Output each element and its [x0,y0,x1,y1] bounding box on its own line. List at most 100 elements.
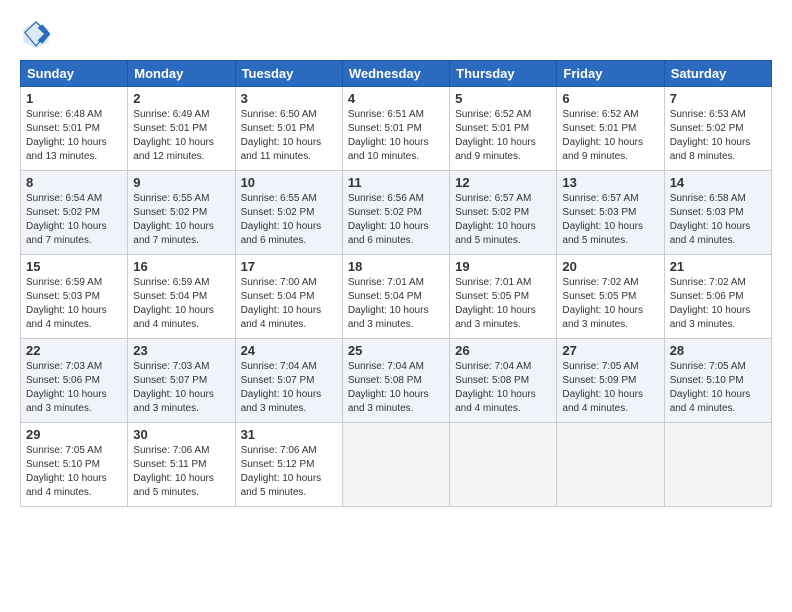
calendar-day-cell: 9 Sunrise: 6:55 AM Sunset: 5:02 PM Daylig… [128,171,235,255]
weekday-header-sunday: Sunday [21,61,128,87]
day-number: 13 [562,175,658,190]
day-info: Sunrise: 6:48 AM Sunset: 5:01 PM Dayligh… [26,108,122,164]
day-number: 4 [348,91,444,106]
day-number: 12 [455,175,551,190]
day-info: Sunrise: 7:06 AM Sunset: 5:11 PM Dayligh… [133,444,229,500]
day-info: Sunrise: 6:59 AM Sunset: 5:03 PM Dayligh… [26,276,122,332]
day-number: 14 [670,175,766,190]
day-info: Sunrise: 7:03 AM Sunset: 5:07 PM Dayligh… [133,360,229,416]
day-number: 30 [133,427,229,442]
day-info: Sunrise: 7:06 AM Sunset: 5:12 PM Dayligh… [241,444,337,500]
calendar-day-cell: 21 Sunrise: 7:02 AM Sunset: 5:06 PM Dayli… [664,255,771,339]
day-info: Sunrise: 6:59 AM Sunset: 5:04 PM Dayligh… [133,276,229,332]
day-number: 28 [670,343,766,358]
day-info: Sunrise: 6:53 AM Sunset: 5:02 PM Dayligh… [670,108,766,164]
calendar-day-cell: 1 Sunrise: 6:48 AM Sunset: 5:01 PM Daylig… [21,87,128,171]
calendar-day-cell: 28 Sunrise: 7:05 AM Sunset: 5:10 PM Dayli… [664,339,771,423]
calendar-day-cell: 17 Sunrise: 7:00 AM Sunset: 5:04 PM Dayli… [235,255,342,339]
calendar-week-row: 1 Sunrise: 6:48 AM Sunset: 5:01 PM Daylig… [21,87,772,171]
day-number: 31 [241,427,337,442]
day-number: 24 [241,343,337,358]
calendar-week-row: 8 Sunrise: 6:54 AM Sunset: 5:02 PM Daylig… [21,171,772,255]
day-number: 23 [133,343,229,358]
weekday-header-monday: Monday [128,61,235,87]
day-number: 6 [562,91,658,106]
day-number: 17 [241,259,337,274]
day-info: Sunrise: 6:50 AM Sunset: 5:01 PM Dayligh… [241,108,337,164]
logo-icon [20,18,52,50]
calendar-day-cell: 23 Sunrise: 7:03 AM Sunset: 5:07 PM Dayli… [128,339,235,423]
day-number: 15 [26,259,122,274]
day-number: 11 [348,175,444,190]
calendar-day-cell [557,423,664,507]
weekday-header-wednesday: Wednesday [342,61,449,87]
calendar-header-row: SundayMondayTuesdayWednesdayThursdayFrid… [21,61,772,87]
calendar-week-row: 15 Sunrise: 6:59 AM Sunset: 5:03 PM Dayli… [21,255,772,339]
day-number: 20 [562,259,658,274]
day-info: Sunrise: 6:54 AM Sunset: 5:02 PM Dayligh… [26,192,122,248]
day-info: Sunrise: 6:55 AM Sunset: 5:02 PM Dayligh… [241,192,337,248]
page-header [20,18,772,50]
calendar-day-cell: 12 Sunrise: 6:57 AM Sunset: 5:02 PM Dayli… [450,171,557,255]
day-number: 25 [348,343,444,358]
calendar-day-cell [342,423,449,507]
calendar-day-cell: 22 Sunrise: 7:03 AM Sunset: 5:06 PM Dayli… [21,339,128,423]
day-number: 10 [241,175,337,190]
day-info: Sunrise: 6:58 AM Sunset: 5:03 PM Dayligh… [670,192,766,248]
calendar-day-cell: 16 Sunrise: 6:59 AM Sunset: 5:04 PM Dayli… [128,255,235,339]
calendar-day-cell: 14 Sunrise: 6:58 AM Sunset: 5:03 PM Dayli… [664,171,771,255]
day-number: 26 [455,343,551,358]
day-number: 22 [26,343,122,358]
day-info: Sunrise: 7:04 AM Sunset: 5:08 PM Dayligh… [348,360,444,416]
calendar-day-cell: 3 Sunrise: 6:50 AM Sunset: 5:01 PM Daylig… [235,87,342,171]
day-number: 5 [455,91,551,106]
calendar-day-cell [664,423,771,507]
day-info: Sunrise: 7:05 AM Sunset: 5:10 PM Dayligh… [670,360,766,416]
day-number: 16 [133,259,229,274]
day-info: Sunrise: 7:05 AM Sunset: 5:10 PM Dayligh… [26,444,122,500]
calendar-day-cell: 24 Sunrise: 7:04 AM Sunset: 5:07 PM Dayli… [235,339,342,423]
logo [20,18,56,50]
calendar-day-cell: 15 Sunrise: 6:59 AM Sunset: 5:03 PM Dayli… [21,255,128,339]
day-number: 1 [26,91,122,106]
calendar-day-cell: 25 Sunrise: 7:04 AM Sunset: 5:08 PM Dayli… [342,339,449,423]
weekday-header-thursday: Thursday [450,61,557,87]
day-number: 19 [455,259,551,274]
calendar-day-cell: 18Sunrise: 7:01 AM Sunset: 5:04 PM Dayli… [342,255,449,339]
day-info: Sunrise: 7:01 AM Sunset: 5:05 PM Dayligh… [455,276,551,332]
weekday-header-saturday: Saturday [664,61,771,87]
day-info: Sunrise: 6:52 AM Sunset: 5:01 PM Dayligh… [562,108,658,164]
calendar-week-row: 29 Sunrise: 7:05 AM Sunset: 5:10 PM Dayli… [21,423,772,507]
calendar-day-cell: 8 Sunrise: 6:54 AM Sunset: 5:02 PM Daylig… [21,171,128,255]
day-number: 29 [26,427,122,442]
day-number: 2 [133,91,229,106]
day-number: 9 [133,175,229,190]
day-number: 18 [348,259,444,274]
day-info: Sunrise: 6:57 AM Sunset: 5:03 PM Dayligh… [562,192,658,248]
calendar-day-cell: 13 Sunrise: 6:57 AM Sunset: 5:03 PM Dayli… [557,171,664,255]
calendar-day-cell: 30 Sunrise: 7:06 AM Sunset: 5:11 PM Dayli… [128,423,235,507]
day-info: Sunrise: 6:57 AM Sunset: 5:02 PM Dayligh… [455,192,551,248]
day-number: 27 [562,343,658,358]
calendar-table: SundayMondayTuesdayWednesdayThursdayFrid… [20,60,772,507]
day-number: 3 [241,91,337,106]
day-info: Sunrise: 7:03 AM Sunset: 5:06 PM Dayligh… [26,360,122,416]
day-info: Sunrise: 6:55 AM Sunset: 5:02 PM Dayligh… [133,192,229,248]
day-info: Sunrise: 7:05 AM Sunset: 5:09 PM Dayligh… [562,360,658,416]
day-info: Sunrise: 7:04 AM Sunset: 5:07 PM Dayligh… [241,360,337,416]
calendar-day-cell: 10 Sunrise: 6:55 AM Sunset: 5:02 PM Dayli… [235,171,342,255]
day-info: Sunrise: 7:00 AM Sunset: 5:04 PM Dayligh… [241,276,337,332]
calendar-day-cell: 11Sunrise: 6:56 AM Sunset: 5:02 PM Dayli… [342,171,449,255]
day-number: 8 [26,175,122,190]
day-info: Sunrise: 7:04 AM Sunset: 5:08 PM Dayligh… [455,360,551,416]
calendar-day-cell: 7Sunrise: 6:53 AM Sunset: 5:02 PM Daylig… [664,87,771,171]
day-number: 21 [670,259,766,274]
weekday-header-tuesday: Tuesday [235,61,342,87]
calendar-week-row: 22 Sunrise: 7:03 AM Sunset: 5:06 PM Dayli… [21,339,772,423]
day-info: Sunrise: 7:02 AM Sunset: 5:06 PM Dayligh… [670,276,766,332]
day-info: Sunrise: 6:51 AM Sunset: 5:01 PM Dayligh… [348,108,444,164]
calendar-day-cell: 2Sunrise: 6:49 AM Sunset: 5:01 PM Daylig… [128,87,235,171]
calendar-day-cell: 20Sunrise: 7:02 AM Sunset: 5:05 PM Dayli… [557,255,664,339]
weekday-header-friday: Friday [557,61,664,87]
calendar-day-cell: 29 Sunrise: 7:05 AM Sunset: 5:10 PM Dayli… [21,423,128,507]
